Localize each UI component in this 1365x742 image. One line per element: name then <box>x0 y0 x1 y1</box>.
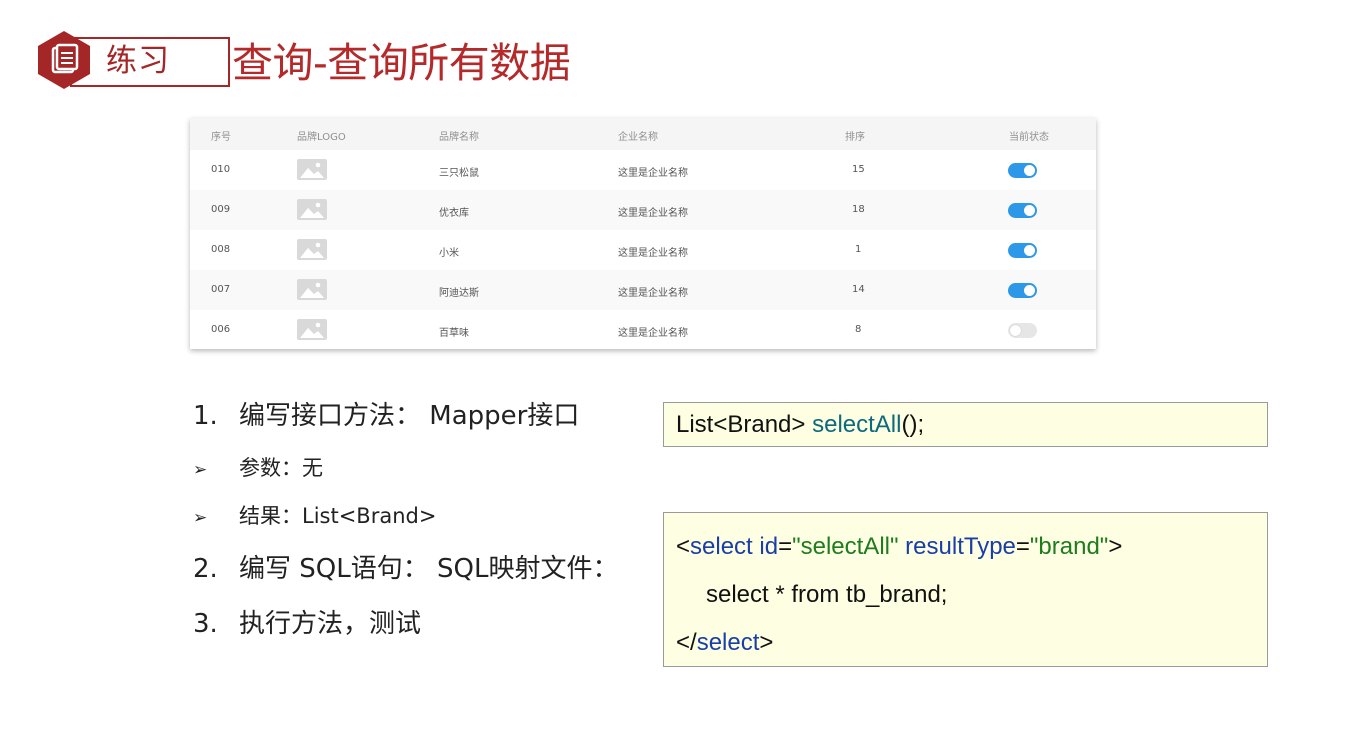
cell-company: 这里是企业名称 <box>618 208 688 219</box>
cell-brand: 百草味 <box>439 328 469 339</box>
code-line: List<Brand> selectAll(); <box>676 411 924 439</box>
step-text: 编写接口方法： Mapper接口 <box>239 401 580 431</box>
table-header: 序号 品牌LOGO 品牌名称 企业名称 排序 当前状态 <box>190 118 1096 150</box>
code-line-2: select * from tb_brand; <box>706 581 948 608</box>
status-toggle[interactable] <box>1008 243 1037 258</box>
code-token: > <box>1108 533 1123 560</box>
cell-order: 1 <box>855 244 862 255</box>
cell-id: 006 <box>211 324 231 335</box>
column-header-order: 排序 <box>845 132 865 143</box>
cell-id: 009 <box>211 204 231 215</box>
cell-company: 这里是企业名称 <box>618 288 688 299</box>
cell-order: 8 <box>855 324 862 335</box>
bullet-text: 参数：无 <box>239 456 323 480</box>
code-box-interface: List<Brand> selectAll(); <box>663 402 1268 447</box>
cell-id: 010 <box>211 164 231 175</box>
code-attr: resultType <box>898 533 1016 560</box>
arrow-bullet-icon: ➢ <box>193 508 208 528</box>
table-row: 008 小米 这里是企业名称 1 <box>190 230 1096 270</box>
image-placeholder-icon <box>297 279 327 300</box>
code-prefix: List<Brand> <box>676 411 813 438</box>
cell-brand: 三只松鼠 <box>439 168 479 179</box>
cell-id: 007 <box>211 284 231 295</box>
toggle-knob <box>1024 205 1035 216</box>
toggle-knob <box>1024 245 1035 256</box>
step-text: 执行方法，测试 <box>239 609 422 639</box>
cell-brand: 优衣库 <box>439 208 469 219</box>
cell-id: 008 <box>211 244 231 255</box>
image-placeholder-icon <box>297 159 327 180</box>
step-2: 2. 编写 SQL语句： SQL映射文件： <box>193 553 618 585</box>
cell-company: 这里是企业名称 <box>618 248 688 259</box>
toggle-knob <box>1024 165 1035 176</box>
badge-label: 练习 <box>106 43 170 79</box>
image-placeholder-icon <box>297 319 327 340</box>
image-placeholder-icon <box>297 199 327 220</box>
column-header-logo: 品牌LOGO <box>297 132 346 143</box>
sub-bullet-params: ➢ 参数：无 <box>193 454 323 484</box>
toggle-knob <box>1010 325 1021 336</box>
page-title: 查询-查询所有数据 <box>232 39 571 87</box>
step-number: 3. <box>193 609 218 639</box>
column-header-brand: 品牌名称 <box>439 132 479 143</box>
code-method: selectAll <box>812 411 902 438</box>
code-tag: select <box>690 533 753 560</box>
cell-brand: 小米 <box>439 248 459 259</box>
code-token: < <box>676 533 691 560</box>
cell-order: 18 <box>852 204 865 215</box>
sub-bullet-result: ➢ 结果：List<Brand> <box>193 502 436 532</box>
table-row: 010 三只松鼠 这里是企业名称 15 <box>190 150 1096 190</box>
cell-order: 14 <box>852 284 865 295</box>
code-value: "selectAll" <box>792 533 899 560</box>
code-tag: select <box>696 629 760 656</box>
step-number: 2. <box>193 554 218 584</box>
column-header-status: 当前状态 <box>1009 132 1049 143</box>
column-header-company: 企业名称 <box>618 132 658 143</box>
code-token: </ <box>676 629 697 656</box>
status-toggle[interactable] <box>1008 163 1037 178</box>
code-line-1: <select id="selectAll" resultType="brand… <box>676 533 1122 561</box>
code-box-mapper-xml: <select id="selectAll" resultType="brand… <box>663 512 1268 667</box>
table-row: 009 优衣库 这里是企业名称 18 <box>190 190 1096 230</box>
column-header-id: 序号 <box>211 132 231 143</box>
cell-company: 这里是企业名称 <box>618 168 688 179</box>
arrow-bullet-icon: ➢ <box>193 460 208 480</box>
toggle-knob <box>1024 285 1035 296</box>
step-text: 编写 SQL语句： SQL映射文件： <box>239 554 619 584</box>
code-line-3: </select> <box>676 629 773 657</box>
status-toggle[interactable] <box>1008 283 1037 298</box>
image-placeholder-icon <box>297 239 327 260</box>
bullet-text: 结果：List<Brand> <box>239 504 437 528</box>
status-toggle[interactable] <box>1008 323 1037 338</box>
code-attr: id <box>752 533 779 560</box>
cell-company: 这里是企业名称 <box>618 328 688 339</box>
code-token: = <box>778 533 793 560</box>
section-badge: 练习 <box>34 30 230 90</box>
code-value: "brand" <box>1029 533 1109 560</box>
cell-order: 15 <box>852 164 865 175</box>
cell-brand: 阿迪达斯 <box>439 288 479 299</box>
step-3: 3. 执行方法，测试 <box>193 608 421 640</box>
code-token: > <box>759 629 774 656</box>
code-token: = <box>1015 533 1030 560</box>
step-number: 1. <box>193 401 218 431</box>
table-row: 006 百草味 这里是企业名称 8 <box>190 310 1096 349</box>
step-1: 1. 编写接口方法： Mapper接口 <box>193 400 579 432</box>
document-icon <box>38 31 90 89</box>
code-suffix: (); <box>901 411 925 438</box>
status-toggle[interactable] <box>1008 203 1037 218</box>
brand-table: 序号 品牌LOGO 品牌名称 企业名称 排序 当前状态 010 三只松鼠 这里是… <box>190 118 1096 349</box>
table-row: 007 阿迪达斯 这里是企业名称 14 <box>190 270 1096 310</box>
